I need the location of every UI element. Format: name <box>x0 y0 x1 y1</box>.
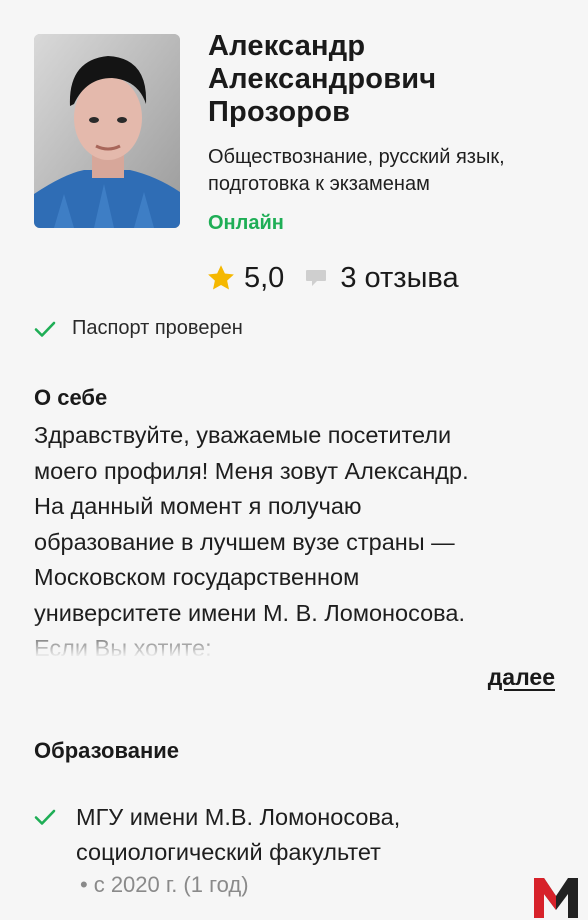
star-icon <box>208 265 234 290</box>
rating-row: 5,0 3 отзыва <box>206 260 459 296</box>
check-icon <box>34 321 56 337</box>
rating-value: 5,0 <box>244 261 285 294</box>
about-line: образование в лучшем вузе страны — <box>34 528 455 555</box>
tutor-subjects: Обществознание, русский язык, подготовка… <box>208 144 578 198</box>
about-text: Здравствуйте, уважаемые посетители моего… <box>34 418 544 656</box>
avatar <box>34 34 180 228</box>
education-line: социологический факультет <box>76 839 381 865</box>
education-line: МГУ имени М.В. Ломоносова, <box>76 804 401 830</box>
about-line: Здравствуйте, уважаемые посетители <box>34 422 452 448</box>
passport-verified-label: Паспорт проверен <box>72 317 243 339</box>
about-line: моего профиля! Меня зовут Александр. <box>34 457 469 484</box>
tutor-name: Александр Александрович Прозоров <box>208 30 568 129</box>
about-heading: О себе <box>34 385 108 410</box>
m-logo-icon <box>534 878 578 918</box>
subjects-line: подготовка к экзаменам <box>208 173 430 195</box>
education-institution: МГУ имени М.В. Ломоносова, социологическ… <box>76 800 400 870</box>
check-icon <box>34 809 56 825</box>
subjects-line: Обществознание, русский язык, <box>208 146 505 168</box>
education-period-text: с 2020 г. (1 год) <box>93 872 249 897</box>
tutor-name-line: Прозоров <box>208 96 351 128</box>
online-status: Онлайн <box>208 212 284 234</box>
tutor-name-line: Александр <box>208 30 366 62</box>
bullet-icon: • <box>80 872 88 897</box>
speech-bubble-icon <box>306 270 327 286</box>
tutor-name-line: Александрович <box>208 63 437 95</box>
about-line: университете имени М. В. Ломоносова. <box>34 599 465 626</box>
read-more-link[interactable]: далее <box>488 664 555 691</box>
passport-verified: Паспорт проверен <box>34 317 243 340</box>
education-heading: Образование <box>34 738 179 763</box>
education-period: • с 2020 г. (1 год) <box>80 872 249 898</box>
about-line: Если Вы хотите: <box>34 635 212 656</box>
reviews-link[interactable]: 3 отзыва <box>340 262 458 295</box>
about-line: На данный момент я получаю <box>34 493 362 519</box>
about-line: Московском государственном <box>34 564 360 590</box>
avatar-photo <box>34 34 180 228</box>
education-item: МГУ имени М.В. Ломоносова, социологическ… <box>34 800 400 870</box>
